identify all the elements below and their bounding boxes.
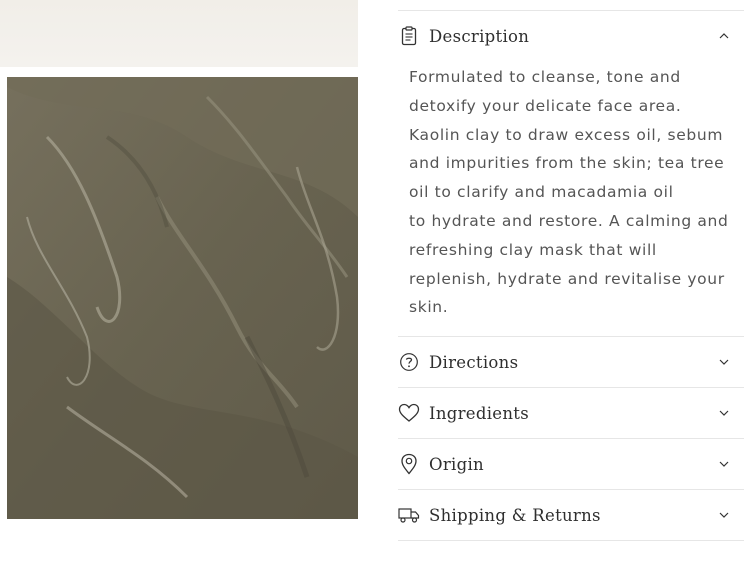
- product-image-top: [0, 0, 358, 67]
- accordion-title: Directions: [429, 352, 519, 372]
- description-line: oil to clarify and macadamia oil: [409, 183, 674, 202]
- chevron-down-icon: [718, 407, 730, 419]
- chevron-down-icon: [718, 356, 730, 368]
- truck-icon: [398, 504, 420, 526]
- accordion-title: Ingredients: [429, 403, 529, 423]
- clipboard-icon: [398, 25, 420, 47]
- accordion-item-shipping: Shipping & Returns: [398, 490, 744, 542]
- accordion-item-directions: Directions: [398, 337, 744, 389]
- description-line: Formulated to cleanse, tone and: [409, 68, 681, 86]
- accordion-header-directions[interactable]: Directions: [398, 337, 744, 387]
- heart-icon: [398, 402, 420, 424]
- accordion-title: Description: [429, 26, 530, 46]
- description-line: refreshing clay mask that will: [409, 240, 657, 259]
- description-line: and impurities from the skin; tea tree: [409, 154, 725, 173]
- accordion-item-ingredients: Ingredients: [398, 388, 744, 440]
- accordion-title: Origin: [429, 454, 484, 474]
- product-accordion: Description Formulated to cleanse, tone …: [398, 10, 744, 542]
- accordion-title: Shipping & Returns: [429, 505, 601, 525]
- description-line: skin.: [409, 298, 449, 317]
- description-line: replenish, hydrate and revitalise your: [409, 269, 725, 288]
- map-pin-icon: [398, 453, 420, 475]
- description-line: to hydrate and restore. A calming and: [409, 211, 729, 230]
- chevron-up-icon: [718, 30, 730, 42]
- description-line: detoxify your delicate face area.: [409, 96, 682, 115]
- chevron-down-icon: [718, 458, 730, 470]
- description-content: Formulated to cleanse, tone and detoxify…: [398, 61, 744, 336]
- accordion-header-origin[interactable]: Origin: [398, 439, 744, 489]
- accordion-item-description: Description Formulated to cleanse, tone …: [398, 11, 744, 338]
- question-circle-icon: [398, 351, 420, 373]
- chevron-down-icon: [718, 509, 730, 521]
- accordion-header-description[interactable]: Description: [398, 11, 744, 61]
- description-line: Kaolin clay to draw excess oil, sebum: [409, 125, 724, 144]
- accordion-item-origin: Origin: [398, 439, 744, 491]
- accordion-header-ingredients[interactable]: Ingredients: [398, 388, 744, 438]
- clay-texture-image: [7, 77, 358, 519]
- accordion-header-shipping[interactable]: Shipping & Returns: [398, 490, 744, 540]
